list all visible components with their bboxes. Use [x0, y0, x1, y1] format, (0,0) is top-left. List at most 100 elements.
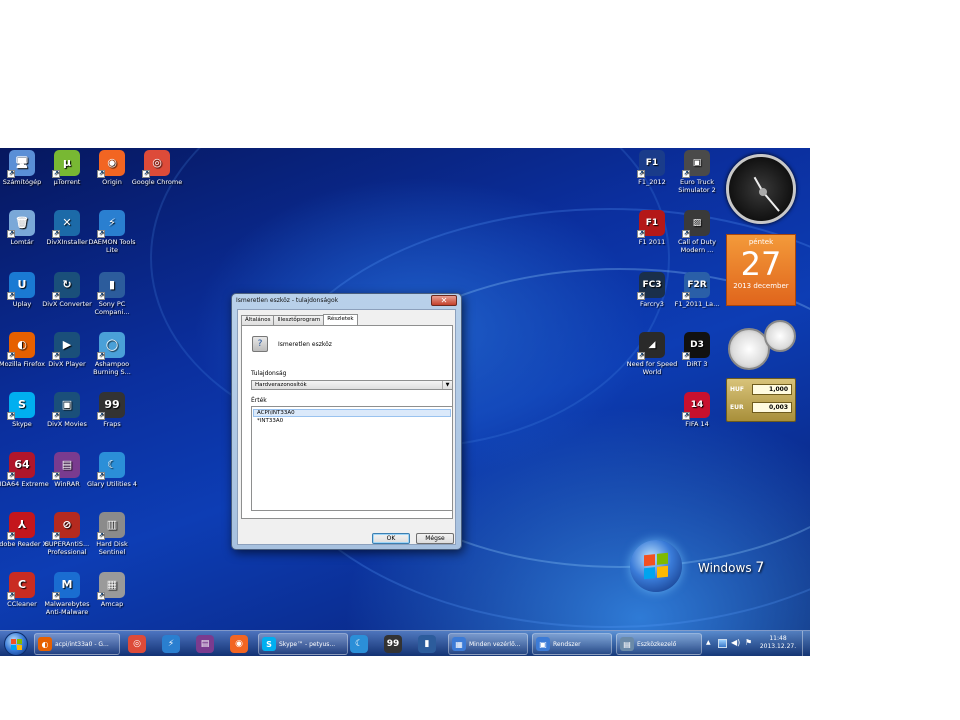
desktop-icon-label: Ashampoo Burning S...: [93, 360, 131, 376]
desktop-icon-label: FIFA 14: [685, 420, 709, 428]
divx-player-icon: ▶ ↗: [52, 332, 80, 360]
shortcut-arrow-icon: ↗: [637, 230, 645, 238]
sz-m-t-g-p-icon: 🖥 ↗: [7, 150, 35, 178]
shortcut-arrow-icon: ↗: [7, 292, 15, 300]
desktop-icon-label: Euro Truck Simulator 2: [678, 178, 716, 194]
mozilla-firefox-icon: ◐ ↗: [7, 332, 35, 360]
dialog-body: Általános Illesztőprogram Részletek ? Is…: [237, 309, 456, 545]
glary-utilities-4-icon: ☾ ↗: [97, 452, 125, 480]
desktop-icon-fraps[interactable]: 99 ↗ Fraps: [84, 392, 140, 428]
f1-2011-la-icon: F2R ↗: [682, 272, 710, 300]
device-properties-dialog[interactable]: Ismeretlen eszköz - tulajdonságok ✕ Álta…: [231, 293, 462, 550]
shortcut-arrow-icon: ↗: [52, 592, 60, 600]
fifa-14-icon: 14 ↗: [682, 392, 710, 420]
shortcut-arrow-icon: ↗: [7, 230, 15, 238]
clock-time: 11:48: [769, 635, 787, 642]
f1-2012-icon: F1 ↗: [637, 150, 665, 178]
taskbar-button-rendszer[interactable]: ▣ Rendszer: [532, 633, 612, 655]
list-item[interactable]: *INT33A0: [253, 417, 451, 425]
property-dropdown[interactable]: Hardverazonosítók ▼: [251, 380, 453, 390]
shortcut-arrow-icon: ↗: [7, 472, 15, 480]
desktop-icon-label: Glary Utilities 4: [86, 480, 138, 488]
shortcut-arrow-icon: ↗: [52, 352, 60, 360]
taskbar-button-minden-vez-rl[interactable]: ▦ Minden vezérlő...: [448, 633, 528, 655]
shortcut-arrow-icon: ↗: [97, 292, 105, 300]
desktop-icon-euro-truck-simulator-2[interactable]: ▣ ↗ Euro Truck Simulator 2: [669, 150, 725, 194]
shortcut-arrow-icon: ↗: [7, 532, 15, 540]
taskbar-button-label: Minden vezérlő...: [469, 640, 521, 648]
list-item[interactable]: ACPI\INT33A0: [253, 409, 451, 417]
windows-flag-icon: [11, 639, 22, 650]
clock-gadget[interactable]: [726, 154, 796, 224]
taskbar-pinned-icon[interactable]: ▤: [196, 635, 214, 653]
call-of-duty-modern-icon: ▨ ↗: [682, 210, 710, 238]
action-center-flag-icon[interactable]: ⚑: [745, 638, 752, 647]
shortcut-arrow-icon: ↗: [97, 170, 105, 178]
value-list[interactable]: ACPI\INT33A0 *INT33A0: [251, 406, 453, 511]
desktop-icon-hard-disk-sentinel[interactable]: ▥ ↗ Hard Disk Sentinel: [84, 512, 140, 556]
taskbar-button-eszk-zkezel[interactable]: ▤ Eszközkezelő: [616, 633, 702, 655]
shortcut-arrow-icon: ↗: [7, 170, 15, 178]
shortcut-arrow-icon: ↗: [682, 352, 690, 360]
dialog-close-button[interactable]: ✕: [431, 295, 457, 306]
winrar-icon: ▤ ↗: [52, 452, 80, 480]
desktop-icon-google-chrome[interactable]: ◎ ↗ Google Chrome: [129, 150, 185, 186]
desktop-icon-glary-utilities-4[interactable]: ☾ ↗ Glary Utilities 4: [84, 452, 140, 488]
taskbar-button-label: Rendszer: [553, 640, 581, 648]
shortcut-arrow-icon: ↗: [7, 412, 15, 420]
taskbar-pinned-icon[interactable]: ▮: [418, 635, 436, 653]
ok-button[interactable]: OK: [372, 533, 410, 544]
taskbar-button-skype-petyus[interactable]: S Skype™ - petyus...: [258, 633, 348, 655]
desktop-icon-daemon-tools-lite[interactable]: ⚡ ↗ DAEMON Tools Lite: [84, 210, 140, 254]
dirt-3-icon: D3 ↗: [682, 332, 710, 360]
shortcut-arrow-icon: ↗: [97, 412, 105, 420]
taskbar-pinned-icon[interactable]: ⚡: [162, 635, 180, 653]
unknown-device-icon: ?: [252, 336, 268, 352]
desktop-icon-f1-2011-la[interactable]: F2R ↗ F1_2011_La...: [669, 272, 725, 308]
taskbar-pinned-icon[interactable]: 99: [384, 635, 402, 653]
currency-code: HUF: [730, 386, 744, 393]
tray-expand-icon[interactable]: ▲: [706, 639, 711, 646]
volume-icon[interactable]: ◀): [731, 638, 740, 647]
ccleaner-icon: C ↗: [7, 572, 35, 600]
desktop-icon-label: Sony PC Compani...: [94, 300, 130, 316]
origin-icon: ◉ ↗: [97, 150, 125, 178]
taskbar-button-acpi-int33a0-g[interactable]: ◐ acpi/int33a0 - G...: [34, 633, 120, 655]
taskbar-pinned-icon[interactable]: ◉: [230, 635, 248, 653]
desktop-icon-dirt-3[interactable]: D3 ↗ DiRT 3: [669, 332, 725, 368]
shortcut-arrow-icon: ↗: [52, 170, 60, 178]
start-button[interactable]: [4, 632, 28, 656]
shortcut-arrow-icon: ↗: [682, 230, 690, 238]
taskbar-app-icon: S: [262, 637, 276, 651]
taskbar-app-icon: ▦: [452, 637, 466, 651]
taskbar-pinned-icon[interactable]: ◎: [128, 635, 146, 653]
shortcut-arrow-icon: ↗: [97, 230, 105, 238]
clock-center: [759, 188, 767, 196]
details-panel: ? Ismeretlen eszköz Tulajdonság Hardvera…: [241, 325, 453, 519]
google-chrome-icon: ◎ ↗: [142, 150, 170, 178]
desktop-icon-sony-pc-compani[interactable]: ▮ ↗ Sony PC Compani...: [84, 272, 140, 316]
desktop-icon-call-of-duty-modern[interactable]: ▨ ↗ Call of Duty Modern ...: [669, 210, 725, 254]
euro-truck-simulator-2-icon: ▣ ↗: [682, 150, 710, 178]
desktop-icon-fifa-14[interactable]: 14 ↗ FIFA 14: [669, 392, 725, 428]
skype-icon: S ↗: [7, 392, 35, 420]
cancel-button[interactable]: Mégse: [416, 533, 454, 544]
shortcut-arrow-icon: ↗: [97, 592, 105, 600]
desktop-icon-label: Hard Disk Sentinel: [96, 540, 128, 556]
system-clock[interactable]: 11:48 2013.12.27.: [758, 635, 798, 651]
desktop-icon-label: DiRT 3: [686, 360, 708, 368]
windows7-text: Windows 7: [698, 560, 765, 576]
taskbar-pinned-icon[interactable]: ☾: [350, 635, 368, 653]
cpu-meter-gadget[interactable]: [726, 320, 796, 370]
show-desktop-button[interactable]: [802, 631, 810, 657]
lomt-r-icon: 🗑 ↗: [7, 210, 35, 238]
network-icon[interactable]: [718, 639, 727, 648]
desktop-icon-label: Fraps: [103, 420, 121, 428]
shortcut-arrow-icon: ↗: [52, 230, 60, 238]
amcap-icon: ▦ ↗: [97, 572, 125, 600]
desktop-icon-amcap[interactable]: ▦ ↗ Amcap: [84, 572, 140, 608]
currency-gadget[interactable]: HUF 1,000 EUR 0,003: [726, 378, 796, 422]
calendar-gadget[interactable]: péntek 27 2013 december: [726, 234, 796, 306]
desktop-icon-ashampoo-burning-s[interactable]: ◯ ↗ Ashampoo Burning S...: [84, 332, 140, 376]
f1-2011-icon: F1 ↗: [637, 210, 665, 238]
